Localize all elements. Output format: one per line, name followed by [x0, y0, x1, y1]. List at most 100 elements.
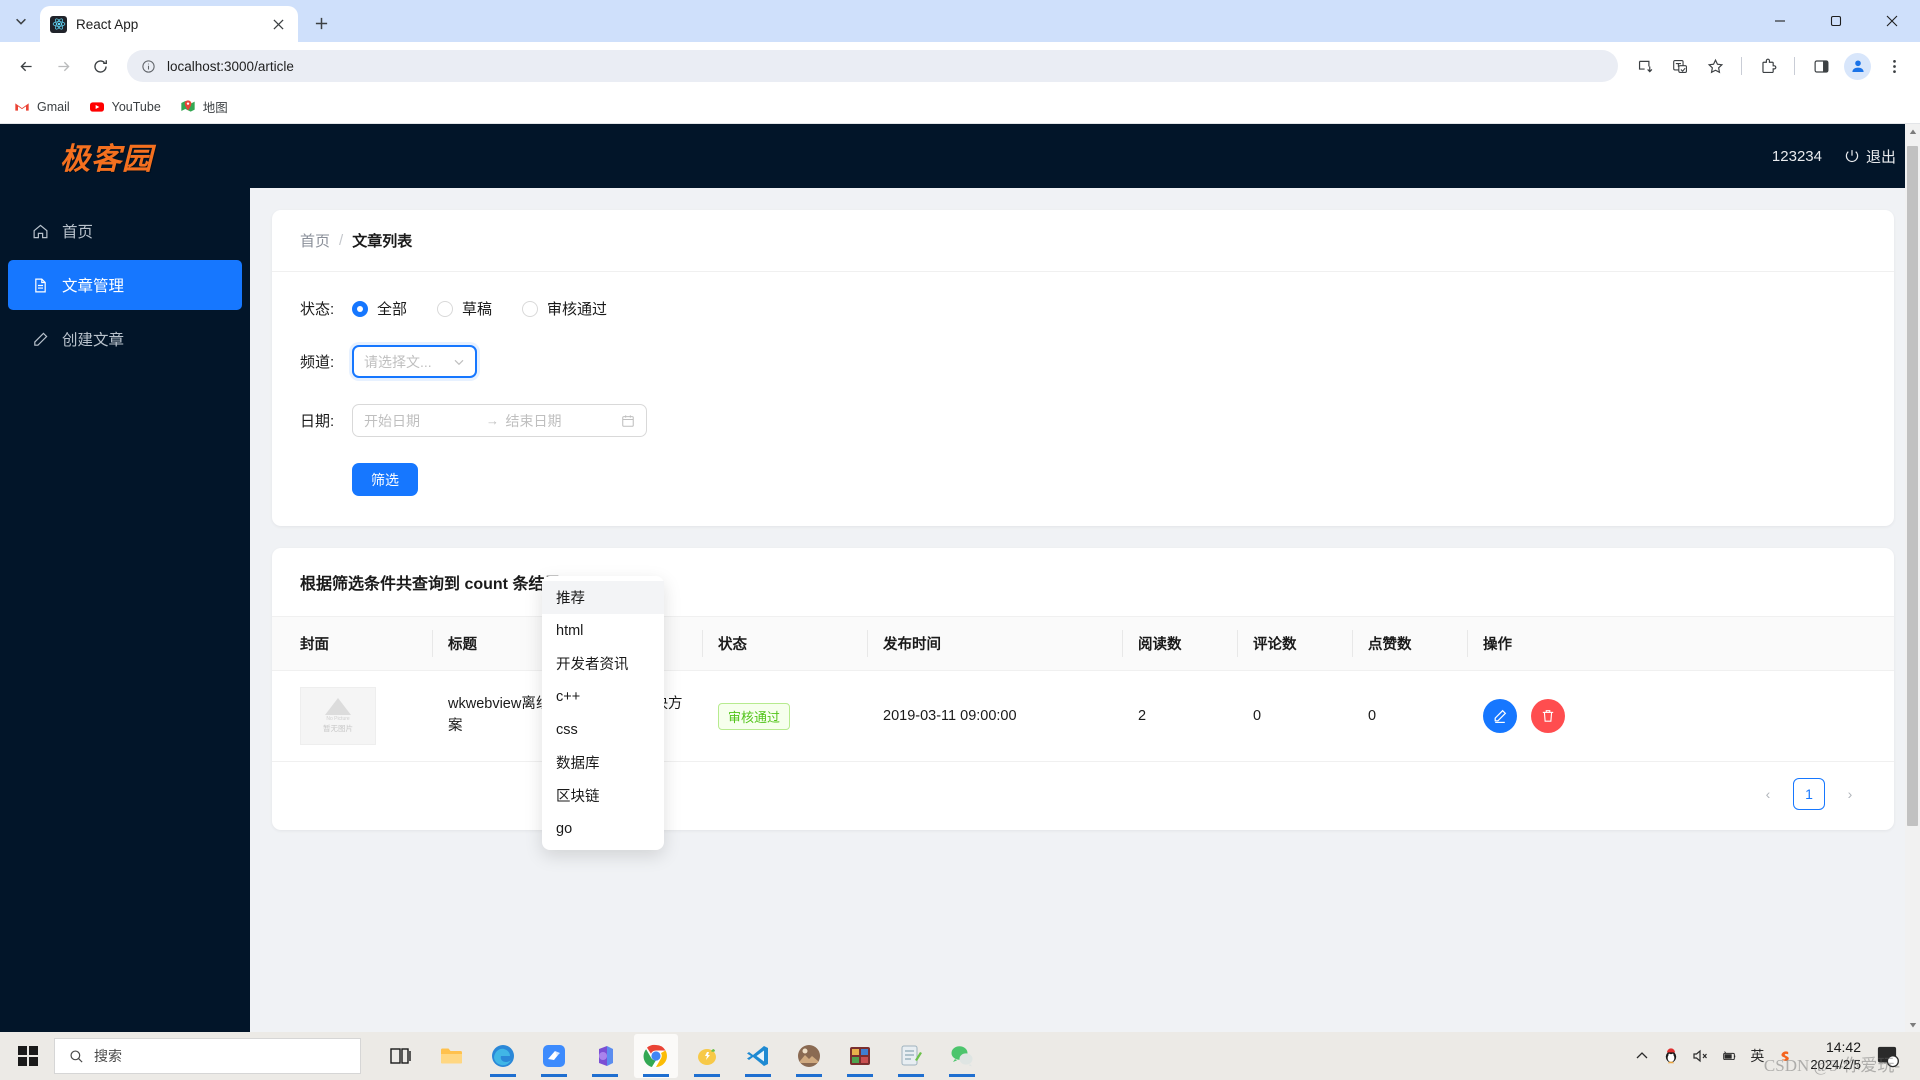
side-panel-icon[interactable]: [1804, 49, 1838, 83]
page-viewport: 极客园 123234 退出 首页 文章管理 创建文章 首页 / 文章列表 状态:…: [0, 124, 1920, 1032]
tray-expand-chevron-icon[interactable]: [1634, 1048, 1650, 1064]
pagination-page-1[interactable]: 1: [1793, 778, 1825, 810]
chrome-menu-icon[interactable]: [1877, 49, 1911, 83]
green-editor-icon[interactable]: [889, 1034, 933, 1078]
date-label: 日期:: [300, 413, 335, 430]
bookmark-label: Gmail: [37, 99, 70, 114]
battery-charging-icon[interactable]: [1721, 1048, 1737, 1064]
lemon-app-icon[interactable]: [685, 1034, 729, 1078]
window-controls: [1752, 0, 1920, 42]
row-actions: [1483, 699, 1878, 733]
close-window-icon[interactable]: [1864, 0, 1920, 42]
taskbar-search-placeholder: 搜索: [94, 1048, 122, 1064]
dropdown-option-dev-news[interactable]: 开发者资讯: [542, 647, 664, 680]
pagination: ‹ 1 ›: [272, 762, 1894, 830]
delete-article-button[interactable]: [1531, 699, 1565, 733]
volume-muted-icon[interactable]: [1692, 1048, 1708, 1064]
cell-read-count: 2: [1122, 670, 1237, 762]
forward-icon[interactable]: [46, 49, 80, 83]
filter-submit-button[interactable]: 筛选: [352, 463, 418, 496]
ime-indicator[interactable]: 英: [1750, 1046, 1764, 1066]
scrollbar-thumb[interactable]: [1907, 146, 1918, 826]
col-header-actions: 操作: [1467, 617, 1894, 671]
start-button[interactable]: [6, 1036, 50, 1076]
dropdown-option-html[interactable]: html: [542, 614, 664, 647]
radio-status-all[interactable]: 全部: [352, 298, 407, 319]
maximize-icon[interactable]: [1808, 0, 1864, 42]
header-right: 123234 退出: [1772, 146, 1896, 167]
taskbar-apps: [379, 1034, 984, 1078]
bookmark-youtube[interactable]: YouTube: [89, 99, 161, 115]
radio-status-draft[interactable]: 草稿: [437, 298, 492, 319]
taskbar-search-box[interactable]: 搜索: [54, 1038, 361, 1074]
translate-icon[interactable]: [1663, 49, 1697, 83]
file-explorer-icon[interactable]: [430, 1034, 474, 1078]
wechat-icon[interactable]: [940, 1034, 984, 1078]
qq-icon[interactable]: [1663, 1048, 1679, 1064]
bookmark-maps[interactable]: 地图: [180, 97, 228, 116]
browser-tab[interactable]: React App: [40, 6, 298, 42]
pagination-prev[interactable]: ‹: [1752, 778, 1784, 810]
extensions-icon[interactable]: [1751, 49, 1785, 83]
edge-icon[interactable]: [481, 1034, 525, 1078]
clock-time: 14:42: [1825, 1039, 1861, 1056]
channel-filter-row: 频道: 请选择文...: [300, 345, 1866, 378]
date-filter-row: 日期: 开始日期 → 结束日期: [300, 404, 1866, 437]
date-end-input[interactable]: 结束日期: [506, 411, 622, 431]
toolbar-actions: [1628, 49, 1911, 83]
edit-article-button[interactable]: [1483, 699, 1517, 733]
search-icon: [70, 1049, 83, 1063]
vscode-icon[interactable]: [736, 1034, 780, 1078]
address-bar[interactable]: localhost:3000/article: [127, 50, 1618, 82]
tab-search-chevron-icon[interactable]: [6, 6, 36, 36]
office-icon[interactable]: [583, 1034, 627, 1078]
logout-button[interactable]: 退出: [1844, 146, 1896, 167]
task-view-icon[interactable]: [379, 1034, 423, 1078]
dropdown-option-go[interactable]: go: [542, 812, 664, 845]
reload-icon[interactable]: [83, 49, 117, 83]
sidebar-item-article-management[interactable]: 文章管理: [8, 260, 242, 310]
bookmark-star-icon[interactable]: [1698, 49, 1732, 83]
dropdown-option-recommended[interactable]: 推荐: [542, 581, 664, 614]
sidebar-item-home[interactable]: 首页: [8, 206, 242, 256]
notification-center-button[interactable]: [1874, 1043, 1900, 1069]
dropdown-option-cpp[interactable]: c++: [542, 680, 664, 713]
minimize-icon[interactable]: [1752, 0, 1808, 42]
radio-dot: [437, 300, 454, 317]
col-header-cover: 封面: [272, 617, 432, 671]
scroll-up-icon[interactable]: [1905, 124, 1920, 139]
main-content: 首页 / 文章列表 状态: 全部 草稿 审核通过 频道: 请选择文... 日期:…: [250, 188, 1920, 1032]
new-tab-button[interactable]: [306, 8, 336, 38]
date-start-input[interactable]: 开始日期: [364, 411, 480, 431]
status-badge: 审核通过: [718, 702, 791, 730]
date-range-picker[interactable]: 开始日期 → 结束日期: [352, 404, 647, 437]
chrome-icon[interactable]: [634, 1034, 678, 1078]
bookmark-gmail[interactable]: Gmail: [14, 99, 70, 115]
filter-form: 状态: 全部 草稿 审核通过 频道: 请选择文... 日期: 开始日期 → 结束…: [272, 272, 1894, 526]
react-icon: [50, 15, 67, 33]
submit-row: 筛选: [300, 463, 1866, 496]
page-scrollbar[interactable]: [1905, 124, 1920, 1032]
install-app-icon[interactable]: [1628, 49, 1662, 83]
breadcrumb-home[interactable]: 首页: [300, 230, 330, 251]
close-icon[interactable]: [268, 14, 288, 34]
dropdown-option-css[interactable]: css: [542, 713, 664, 746]
pagination-next[interactable]: ›: [1834, 778, 1866, 810]
sidebar-item-create-article[interactable]: 创建文章: [8, 314, 242, 364]
blue-app-icon[interactable]: [532, 1034, 576, 1078]
dropdown-option-database[interactable]: 数据库: [542, 746, 664, 779]
site-info-icon: [142, 59, 155, 73]
profile-avatar-icon[interactable]: [1844, 52, 1871, 80]
dropdown-option-blockchain[interactable]: 区块链: [542, 779, 664, 812]
taskbar-clock[interactable]: 14:42 2024/2/5: [1810, 1039, 1861, 1073]
status-filter-row: 状态: 全部 草稿 审核通过: [300, 298, 1866, 319]
col-header-read-count: 阅读数: [1122, 617, 1237, 671]
scroll-down-icon[interactable]: [1905, 1017, 1920, 1032]
sogou-input-icon[interactable]: [1777, 1048, 1793, 1064]
channel-select[interactable]: 请选择文...: [352, 345, 477, 378]
back-icon[interactable]: [9, 49, 43, 83]
photos-icon[interactable]: [787, 1034, 831, 1078]
results-card: 根据筛选条件共查询到 count 条结果: 封面 标题 状态 发布时间 阅读数 …: [272, 548, 1894, 830]
winrar-icon[interactable]: [838, 1034, 882, 1078]
radio-status-approved[interactable]: 审核通过: [522, 298, 607, 319]
